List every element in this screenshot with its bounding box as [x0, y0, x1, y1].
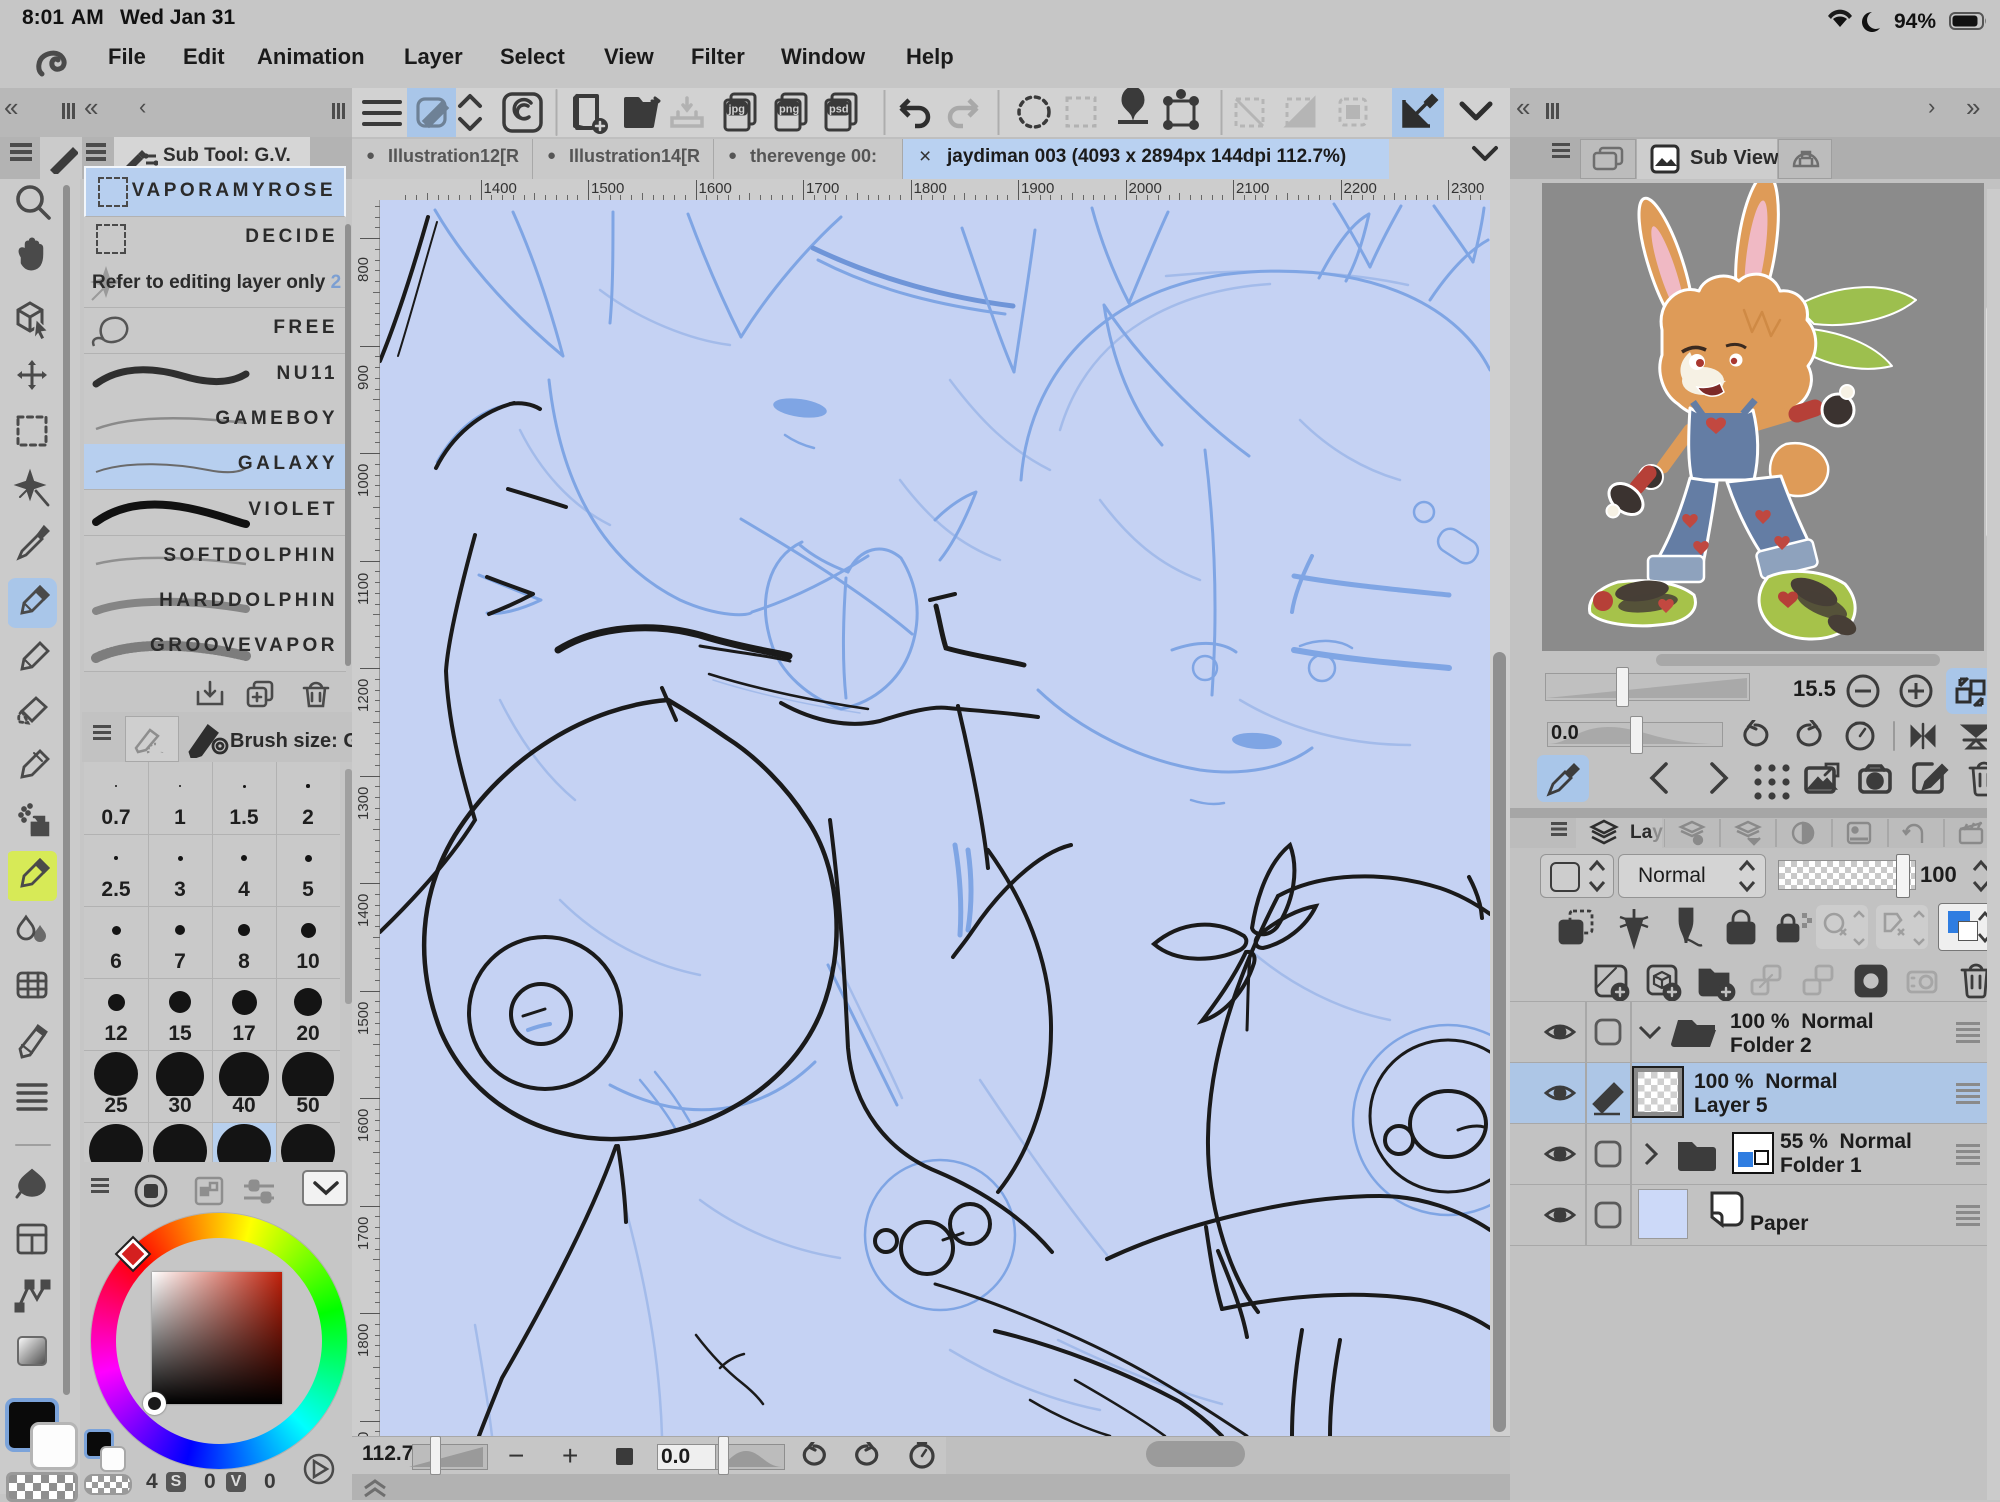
svg-text:png: png — [779, 104, 799, 116]
svg-text:94%: 94% — [1894, 10, 1936, 33]
svg-text:jpg: jpg — [728, 104, 746, 116]
svg-text:psd: psd — [829, 104, 849, 116]
